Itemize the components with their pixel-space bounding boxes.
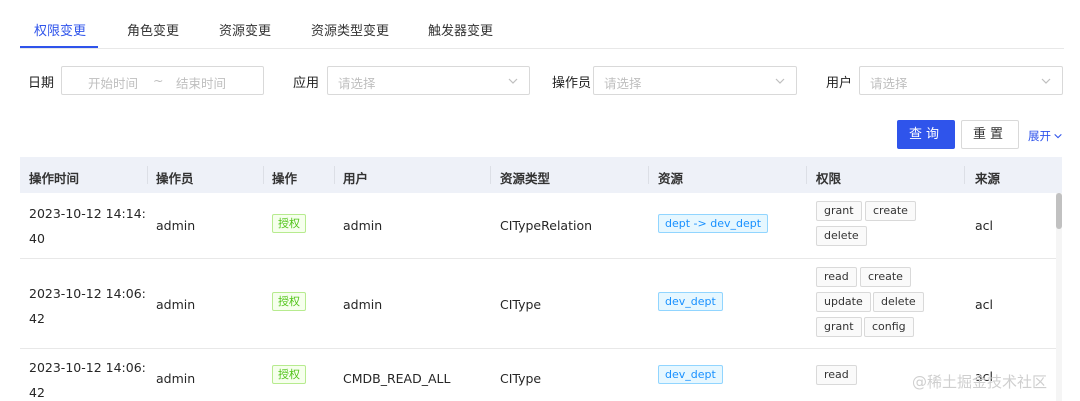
column-divider <box>490 166 491 184</box>
app-label: 应用 <box>293 76 320 91</box>
operator-select-placeholder: 请选择 <box>604 76 642 91</box>
chevron-down-icon <box>1054 133 1062 139</box>
column-header-time[interactable]: 操作时间 <box>29 168 79 187</box>
table-row[interactable]: 2023-10-12 14:06: 42 admin 授权 CMDB_READ_… <box>20 349 1056 401</box>
table-row[interactable]: 2023-10-12 14:14: 40 admin 授权 admin CITy… <box>20 193 1056 259</box>
column-divider <box>263 166 264 184</box>
column-header-operator[interactable]: 操作员 <box>156 168 194 187</box>
date-label: 日期 <box>28 76 55 91</box>
column-header-resource-type[interactable]: 资源类型 <box>500 168 550 187</box>
reset-button[interactable]: 重置 <box>961 120 1019 149</box>
app-select-placeholder: 请选择 <box>338 76 376 91</box>
cell-operator: admin <box>156 218 196 233</box>
tab-resource-change[interactable]: 资源变更 <box>219 20 271 39</box>
resource-tag: dev_dept <box>658 365 723 384</box>
tab-permission-change[interactable]: 权限变更 <box>34 20 86 39</box>
cell-time: 2023-10-12 14:06: 42 <box>29 286 146 326</box>
date-range-separator: ~ <box>153 73 164 88</box>
cell-time: 2023-10-12 14:14: 40 <box>29 206 146 246</box>
chevron-down-icon <box>508 78 518 84</box>
expand-label: 展开 <box>1028 129 1051 143</box>
watermark: @稀土掘金技术社区 <box>912 373 1048 391</box>
query-button[interactable]: 查询 <box>897 120 955 149</box>
column-header-source[interactable]: 来源 <box>975 168 1000 187</box>
permission-tag: create <box>860 267 911 287</box>
cell-user: CMDB_READ_ALL <box>343 371 451 386</box>
tab-trigger-change[interactable]: 触发器变更 <box>428 20 493 39</box>
table-header: 操作时间 操作员 操作 用户 资源类型 资源 权限 来源 <box>20 157 1062 193</box>
user-select-placeholder: 请选择 <box>870 76 908 91</box>
chevron-down-icon <box>775 78 785 84</box>
cell-resource-type: CIType <box>500 371 542 386</box>
permission-tag: read <box>816 267 857 287</box>
column-header-permission[interactable]: 权限 <box>816 168 841 187</box>
column-header-user[interactable]: 用户 <box>343 168 368 187</box>
user-select[interactable]: 请选择 <box>859 66 1063 95</box>
column-divider <box>334 166 335 184</box>
permission-tag: delete <box>816 226 867 246</box>
active-tab-indicator <box>20 46 98 48</box>
cell-resource-type: CITypeRelation <box>500 218 593 233</box>
action-tag: 授权 <box>272 292 306 311</box>
resource-tag: dept -> dev_dept <box>658 214 769 233</box>
permission-tag: config <box>864 317 914 337</box>
cell-source: acl <box>975 218 994 233</box>
cell-user: admin <box>343 218 383 233</box>
expand-filters-link[interactable]: 展开 <box>1028 128 1063 144</box>
operator-label: 操作员 <box>552 76 592 91</box>
operator-select[interactable]: 请选择 <box>593 66 797 95</box>
cell-user: admin <box>343 297 383 312</box>
tab-role-change[interactable]: 角色变更 <box>127 20 179 39</box>
resource-tag: dev_dept <box>658 292 723 311</box>
action-tag: 授权 <box>272 214 306 233</box>
cell-source: acl <box>975 297 994 312</box>
column-divider <box>964 166 965 184</box>
start-time-input[interactable]: 开始时间 <box>88 73 138 92</box>
column-header-action[interactable]: 操作 <box>272 168 297 187</box>
action-tag: 授权 <box>272 365 306 384</box>
permission-tag: grant <box>816 317 862 337</box>
cell-operator: admin <box>156 297 196 312</box>
cell-operator: admin <box>156 371 196 386</box>
column-divider <box>806 166 807 184</box>
tab-bar: 权限变更 角色变更 资源变更 资源类型变更 触发器变更 <box>20 0 1064 49</box>
permission-tag: grant <box>816 201 862 221</box>
column-divider <box>648 166 649 184</box>
date-range-picker[interactable]: 开始时间 ~ 结束时间 <box>61 66 264 95</box>
table-scrollbar-thumb[interactable] <box>1056 193 1062 229</box>
cell-resource-type: CIType <box>500 297 542 312</box>
column-header-resource[interactable]: 资源 <box>658 168 683 187</box>
table-row[interactable]: 2023-10-12 14:06: 42 admin 授权 admin CITy… <box>20 259 1056 349</box>
chevron-down-icon <box>1041 78 1051 84</box>
end-time-input[interactable]: 结束时间 <box>176 73 226 92</box>
permission-tag: create <box>865 201 916 221</box>
user-label: 用户 <box>826 76 853 91</box>
permission-tag: update <box>816 292 871 312</box>
app-select[interactable]: 请选择 <box>327 66 530 95</box>
permission-tag: delete <box>873 292 924 312</box>
tab-resource-type-change[interactable]: 资源类型变更 <box>311 20 389 39</box>
column-divider <box>147 166 148 184</box>
cell-time: 2023-10-12 14:06: 42 <box>29 360 146 400</box>
permission-tag: read <box>816 365 857 385</box>
